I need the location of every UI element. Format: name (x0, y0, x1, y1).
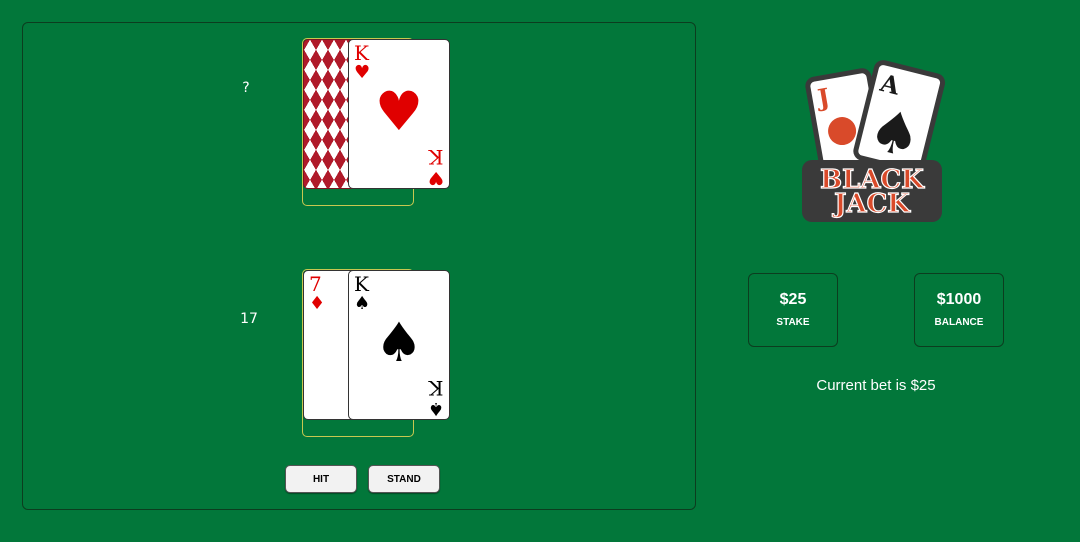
logo-text-jack: JACK (832, 189, 911, 219)
card-rank: K (428, 145, 444, 169)
spade-icon: ♠ (374, 311, 424, 374)
card-rank: 7 (309, 272, 322, 296)
stake-label: STAKE (776, 317, 810, 328)
card-rank: K (354, 272, 369, 296)
stake-amount: $25 (779, 291, 807, 308)
stand-button[interactable]: STAND (368, 465, 440, 493)
balance-label: BALANCE (934, 317, 984, 328)
spade-icon: ♠ (354, 293, 371, 314)
current-bet-message: Current bet is $25 (816, 377, 936, 394)
spade-icon: ♠ (427, 398, 444, 419)
stake-panel: $25 STAKE (748, 273, 838, 347)
player-score: 17 (240, 311, 258, 327)
card-corner-bottom: ♠ K (427, 376, 444, 419)
card-corner-bottom: ♥ K (427, 145, 444, 188)
card-rank: K (428, 376, 444, 400)
heart-icon: ♥ (374, 80, 424, 143)
diamond-icon: ♦ (309, 293, 326, 314)
balance-panel: $1000 BALANCE (914, 273, 1004, 347)
dealer-score: ? (242, 80, 250, 96)
balance-amount: $1000 (936, 291, 982, 308)
heart-icon: ♥ (427, 167, 444, 188)
dealer-card-king-hearts: K ♥ ♥ ♥ K (348, 39, 450, 189)
card-rank: K (354, 41, 369, 65)
player-card-king-spades: K ♠ ♠ ♠ K (348, 270, 450, 420)
hit-button[interactable]: HIT (285, 465, 357, 493)
heart-icon: ♥ (354, 62, 371, 83)
blackjack-logo: J A ♠ BLACK JACK (802, 60, 946, 222)
